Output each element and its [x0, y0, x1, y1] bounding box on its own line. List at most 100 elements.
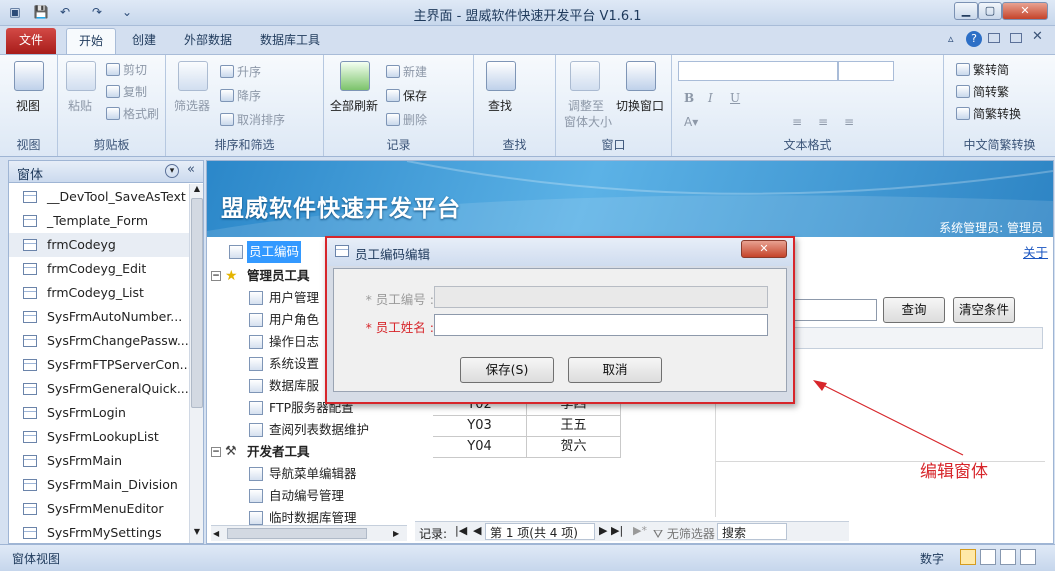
- nav-item-form[interactable]: SysFrmLookupList: [9, 425, 189, 449]
- view-icon[interactable]: [14, 61, 44, 91]
- delete-record-button[interactable]: 删除: [386, 111, 427, 128]
- align-left-icon[interactable]: ≡: [792, 115, 802, 129]
- doc-minimize-icon[interactable]: [988, 33, 1000, 43]
- nav-scrollbar[interactable]: ▲ ▼: [189, 184, 203, 543]
- layout-view-icon[interactable]: [1000, 549, 1016, 565]
- align-right-icon[interactable]: ≡: [844, 115, 854, 129]
- group-text-format: B I U A▾ ≡ ≡ ≡ 文本格式: [672, 55, 944, 156]
- new-icon: [386, 65, 400, 78]
- tab-create[interactable]: 创建: [120, 28, 168, 54]
- employee-code-edit-dialog: 员工编码编辑 ✕ * 员工编号 : * 员工姓名 : 保存(S) 取消: [325, 236, 795, 404]
- scroll-down-icon[interactable]: ▼: [191, 527, 203, 541]
- nav-menu-dropdown-icon[interactable]: ▾: [165, 164, 179, 178]
- group-label: 排序和筛选: [214, 138, 275, 152]
- paste-button[interactable]: 粘贴: [68, 97, 92, 114]
- binoculars-icon[interactable]: [486, 61, 516, 91]
- refresh-all-button[interactable]: 全部刷新: [330, 97, 378, 114]
- maximize-button[interactable]: ▢: [978, 2, 1002, 20]
- status-bar: 窗体视图 数字: [0, 544, 1055, 571]
- refresh-icon[interactable]: [340, 61, 370, 91]
- new-record-button[interactable]: 新建: [386, 63, 427, 80]
- shutter-collapse-icon[interactable]: «: [187, 162, 195, 177]
- simplified-to-traditional-button[interactable]: 简转繁: [956, 83, 1009, 100]
- ribbon-collapse-icon[interactable]: ▵: [948, 32, 964, 48]
- copy-button[interactable]: 复制: [106, 83, 147, 100]
- fit-form-label[interactable]: 调整至: [568, 97, 604, 114]
- cancel-button[interactable]: 取消: [568, 357, 662, 383]
- form-icon: [23, 215, 37, 227]
- sort-desc-button[interactable]: 降序: [220, 87, 261, 104]
- switch-window-icon[interactable]: [626, 61, 656, 91]
- tab-file[interactable]: 文件: [6, 28, 56, 54]
- dialog-body: * 员工编号 : * 员工姓名 : 保存(S) 取消: [333, 268, 787, 392]
- align-center-icon[interactable]: ≡: [818, 115, 828, 129]
- status-view: 窗体视图: [12, 552, 61, 566]
- view-button[interactable]: 视图: [16, 97, 40, 114]
- help-icon[interactable]: ?: [966, 31, 982, 47]
- nav-item-form[interactable]: SysFrmMySettings: [9, 521, 189, 545]
- form-view-icon[interactable]: [960, 549, 976, 565]
- form-icon: [335, 245, 349, 257]
- nav-item-form[interactable]: frmCodeyg_List: [9, 281, 189, 305]
- datasheet-view-icon[interactable]: [980, 549, 996, 565]
- convert-icon: [956, 85, 970, 98]
- tab-home[interactable]: 开始: [66, 28, 117, 54]
- find-button[interactable]: 查找: [488, 97, 512, 114]
- font-color-icon[interactable]: A▾: [684, 115, 698, 129]
- cut-button[interactable]: 剪切: [106, 61, 147, 78]
- minimize-button[interactable]: ▁: [954, 2, 978, 20]
- tab-database-tools[interactable]: 数据库工具: [248, 28, 332, 54]
- close-window-button[interactable]: ✕: [1002, 2, 1048, 20]
- form-icon: [23, 287, 37, 299]
- employee-id-field[interactable]: [434, 286, 768, 308]
- font-size-combo[interactable]: [838, 61, 894, 81]
- nav-item-form[interactable]: SysFrmMain_Division: [9, 473, 189, 497]
- tab-external-data[interactable]: 外部数据: [172, 28, 244, 54]
- nav-item-form[interactable]: SysFrmMenuEditor: [9, 497, 189, 521]
- group-clipboard: 粘贴 剪切 复制 格式刷 剪贴板: [58, 55, 166, 156]
- italic-button[interactable]: I: [708, 91, 713, 105]
- filter-button[interactable]: 筛选器: [174, 97, 210, 114]
- save-record-button[interactable]: 保存: [386, 87, 427, 104]
- dialog-title: 员工编码编辑: [355, 247, 431, 262]
- group-window: 调整至 窗体大小 切换窗口 窗口: [556, 55, 672, 156]
- nav-item-form[interactable]: _Template_Form: [9, 209, 189, 233]
- doc-close-icon[interactable]: ✕: [1032, 29, 1043, 44]
- save-button[interactable]: 保存(S): [460, 357, 554, 383]
- nav-item-form[interactable]: frmCodeyg: [9, 233, 189, 257]
- employee-name-field[interactable]: [434, 314, 768, 336]
- clear-sort-button[interactable]: 取消排序: [220, 111, 285, 128]
- form-icon: [23, 479, 37, 491]
- convert-icon: [956, 63, 970, 76]
- nav-item-form[interactable]: SysFrmGeneralQuick...: [9, 377, 189, 401]
- nav-item-form[interactable]: SysFrmMain: [9, 449, 189, 473]
- form-icon: [23, 455, 37, 467]
- nav-header[interactable]: 窗体 ▾ «: [9, 161, 203, 183]
- font-name-combo[interactable]: [678, 61, 838, 81]
- format-painter-button[interactable]: 格式刷: [106, 105, 159, 122]
- nav-item-form[interactable]: SysFrmFTPServerCon...: [9, 353, 189, 377]
- fit-form-label-2[interactable]: 窗体大小: [564, 113, 612, 130]
- nav-item-form[interactable]: frmCodeyg_Edit: [9, 257, 189, 281]
- dialog-close-button[interactable]: ✕: [741, 240, 787, 258]
- doc-restore-icon[interactable]: [1010, 33, 1022, 43]
- underline-button[interactable]: U: [730, 91, 740, 105]
- bold-button[interactable]: B: [684, 91, 694, 105]
- form-icon: [23, 527, 37, 539]
- nav-item-form[interactable]: SysFrmLogin: [9, 401, 189, 425]
- annotation-label: 编辑窗体: [920, 462, 988, 482]
- sort-asc-button[interactable]: 升序: [220, 63, 261, 80]
- scroll-up-icon[interactable]: ▲: [191, 184, 203, 198]
- copy-icon: [106, 85, 120, 98]
- nav-item-form[interactable]: __DevTool_SaveAsText: [9, 185, 189, 209]
- simp-trad-convert-button[interactable]: 简繁转换: [956, 105, 1021, 122]
- nav-item-form[interactable]: SysFrmAutoNumber...: [9, 305, 189, 329]
- group-label: 视图: [16, 138, 41, 152]
- design-view-icon[interactable]: [1020, 549, 1036, 565]
- switch-window-button[interactable]: 切换窗口: [616, 97, 664, 114]
- traditional-to-simplified-button[interactable]: 繁转简: [956, 61, 1009, 78]
- nav-item-form[interactable]: SysFrmChangePassw...: [9, 329, 189, 353]
- scroll-thumb[interactable]: [191, 198, 203, 408]
- dialog-title-bar[interactable]: 员工编码编辑 ✕: [327, 238, 793, 266]
- employee-id-label: * 员工编号 :: [365, 292, 434, 307]
